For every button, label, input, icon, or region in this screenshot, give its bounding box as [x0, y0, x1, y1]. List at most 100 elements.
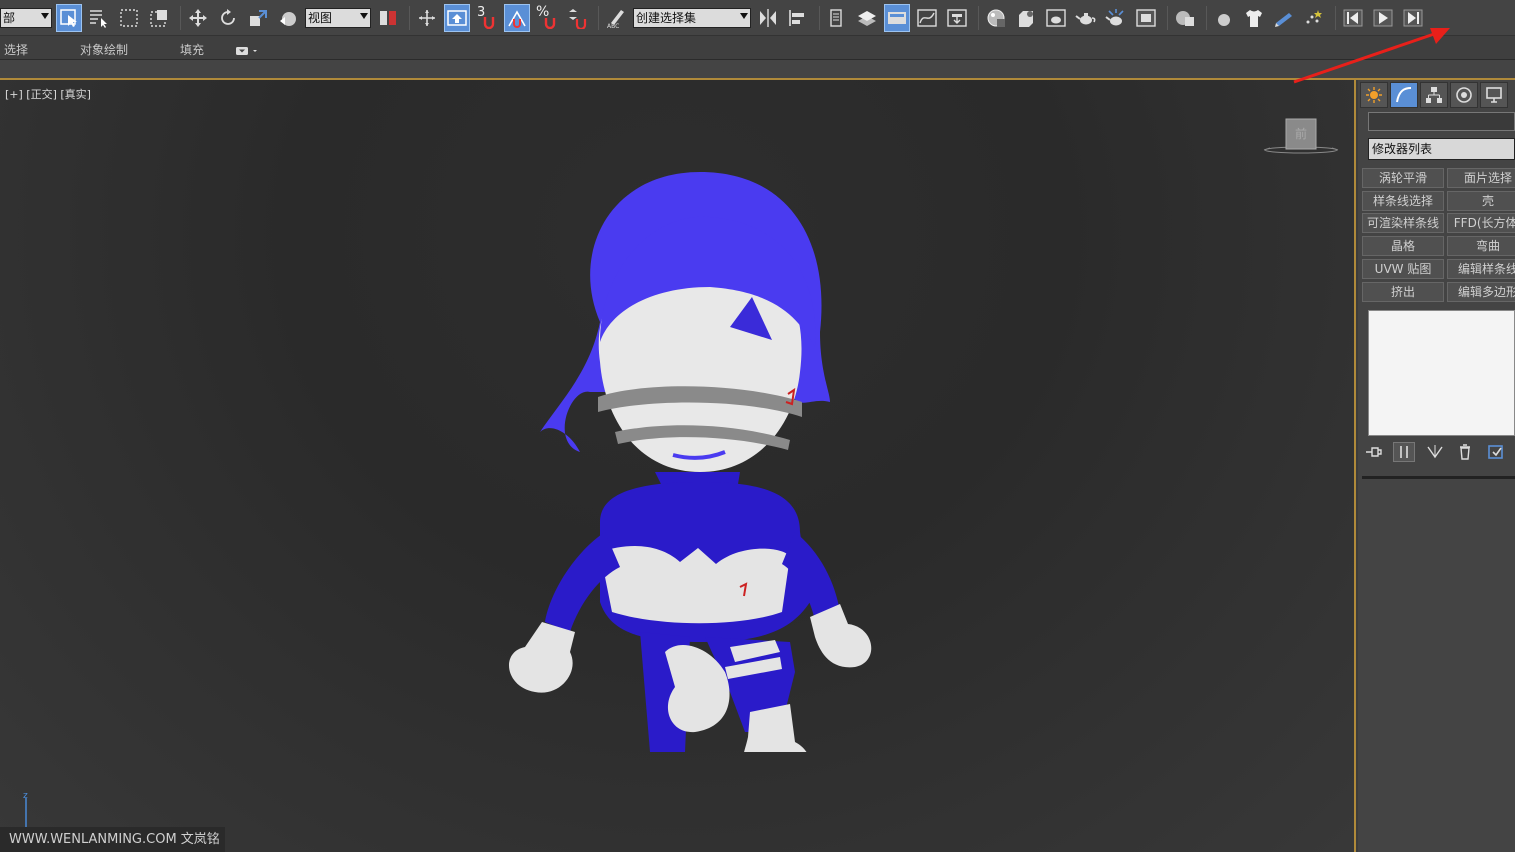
tab-hierarchy[interactable] [1420, 82, 1448, 108]
chevron-down-icon [360, 12, 368, 19]
toolbar-separator [409, 5, 410, 30]
character-model[interactable] [490, 172, 890, 752]
modifier-turbosmooth-button[interactable]: 涡轮平滑 [1362, 168, 1444, 188]
modifier-edit-spline-button[interactable]: 编辑样条线 [1447, 259, 1515, 279]
main-toolbar: 部 视图 3 % ABC 创建选择集 [0, 0, 1515, 36]
rendered-frame-window-button[interactable] [1043, 4, 1069, 32]
scale-button[interactable] [245, 4, 271, 32]
viewcube[interactable]: 前 [1262, 118, 1340, 158]
list-select-icon [90, 9, 107, 28]
curve-editor-button[interactable] [914, 4, 940, 32]
modify-curve-icon [1396, 87, 1412, 103]
percent-snap-button[interactable]: % [534, 4, 560, 32]
modifier-uvw-map-button[interactable]: UVW 贴图 [1362, 259, 1444, 279]
ribbon-tab-object-paint[interactable]: 对象绘制 [80, 41, 128, 58]
viewport-label[interactable]: [+] [正交] [真实] [5, 86, 91, 102]
place-sphere-icon [280, 11, 296, 26]
modifier-shell-button[interactable]: 壳 [1447, 191, 1515, 211]
sphere-shelf-button[interactable] [1211, 4, 1237, 32]
rotate-button[interactable] [215, 4, 241, 32]
previous-frame-button[interactable] [1340, 4, 1366, 32]
modifier-bend-button[interactable]: 弯曲 [1447, 236, 1515, 256]
render-activeshade-button[interactable] [1103, 4, 1129, 32]
next-frame-button[interactable] [1400, 4, 1426, 32]
ribbon-icon [888, 11, 906, 24]
mirror-button[interactable] [755, 4, 781, 32]
modifier-ffd-box-button[interactable]: FFD(长方体) [1447, 213, 1515, 233]
modifier-lattice-button[interactable]: 晶格 [1362, 236, 1444, 256]
modifier-spline-select-button[interactable]: 样条线选择 [1362, 191, 1444, 211]
toolbar-separator [598, 5, 599, 30]
monitor-icon [1486, 87, 1502, 103]
modifier-edit-poly-button[interactable]: 编辑多边形 [1447, 282, 1515, 302]
panel-divider [1362, 476, 1515, 479]
cloth-button[interactable] [1241, 4, 1267, 32]
align-icon [789, 9, 804, 26]
keyboard-shortcut-override-button[interactable] [444, 3, 470, 32]
move-button[interactable] [185, 4, 211, 32]
window-crossing-icon [150, 9, 167, 27]
render-production-button[interactable] [1073, 4, 1099, 32]
modifier-stack-list[interactable] [1368, 310, 1515, 436]
schematic-view-button[interactable] [944, 4, 970, 32]
tab-motion[interactable] [1450, 82, 1478, 108]
modifier-renderable-spline-button[interactable]: 可渲染样条线 [1362, 213, 1444, 233]
hair-fur-button[interactable] [1271, 4, 1297, 32]
tshirt-icon [1246, 9, 1262, 27]
pin-stack-button[interactable] [1362, 442, 1385, 462]
named-selection-dropdown[interactable]: 创建选择集 [633, 7, 751, 28]
edit-named-selection-button[interactable]: ABC [603, 4, 629, 32]
ribbon-tab-bar: 选择 对象绘制 填充 [0, 36, 1515, 60]
select-object-button[interactable] [56, 3, 82, 32]
tab-display[interactable] [1480, 82, 1508, 108]
modifier-list-dropdown[interactable]: 修改器列表 [1368, 138, 1515, 160]
select-manipulate-button[interactable] [414, 4, 440, 32]
angle-snap-icon [508, 9, 526, 28]
toggle-ribbon-button[interactable] [884, 3, 910, 32]
ribbon-tab-select[interactable]: 选择 [4, 41, 28, 58]
modifier-extrude-button[interactable]: 挤出 [1362, 282, 1444, 302]
viewport-front[interactable]: [+] [正交] [真实] 前 z WWW.WENLANMING.COM 文岚铭 [0, 80, 1356, 852]
configure-modifier-sets-button[interactable] [1484, 442, 1507, 462]
render-setup-button[interactable] [1013, 4, 1039, 32]
render-frame-button[interactable] [1133, 4, 1159, 32]
sphere-icon [1218, 13, 1230, 26]
material-sphere-icon [987, 9, 1005, 27]
configure-icon [1487, 445, 1503, 459]
material-editor-button[interactable] [983, 4, 1009, 32]
particles-icon [1306, 9, 1322, 23]
modifier-patch-select-button[interactable]: 面片选择 [1447, 168, 1515, 188]
pivot-center-button[interactable] [375, 4, 401, 32]
reference-coordinate-dropdown[interactable]: 视图 [305, 7, 371, 28]
select-by-name-button[interactable] [86, 4, 112, 32]
rotate-icon [221, 8, 235, 25]
place-button[interactable] [275, 4, 301, 32]
scale-icon [250, 9, 267, 26]
spinner-snap-button[interactable] [564, 4, 590, 32]
svg-text:ABC: ABC [607, 23, 619, 29]
tab-create[interactable] [1360, 82, 1388, 108]
remove-modifier-button[interactable] [1454, 442, 1477, 462]
teapot-frame-icon [1046, 8, 1066, 27]
angle-snap-button[interactable] [504, 3, 530, 32]
align-button[interactable] [785, 4, 811, 32]
rect-selection-button[interactable] [116, 4, 142, 32]
show-end-result-button[interactable] [1392, 442, 1416, 462]
object-name-input[interactable] [1368, 112, 1515, 131]
watermark: WWW.WENLANMING.COM 文岚铭 [0, 827, 225, 852]
particle-button[interactable] [1301, 4, 1327, 32]
make-unique-button[interactable] [1423, 442, 1446, 462]
play-animation-button[interactable] [1370, 4, 1396, 32]
ribbon-options-button[interactable] [236, 42, 260, 61]
render-in-cloud-button[interactable] [1172, 4, 1198, 32]
snaps-toggle-button[interactable]: 3 [474, 4, 500, 32]
window-crossing-button[interactable] [146, 4, 172, 32]
scene-explorer-button[interactable] [824, 4, 850, 32]
schematic-icon [947, 8, 967, 27]
ribbon-tab-populate[interactable]: 填充 [180, 41, 204, 58]
layer-explorer-button[interactable] [854, 4, 880, 32]
chevron-down-icon [41, 12, 49, 19]
selection-filter-dropdown[interactable]: 部 [0, 7, 52, 28]
brush-icon [1275, 12, 1292, 27]
tab-modify[interactable] [1390, 82, 1418, 108]
